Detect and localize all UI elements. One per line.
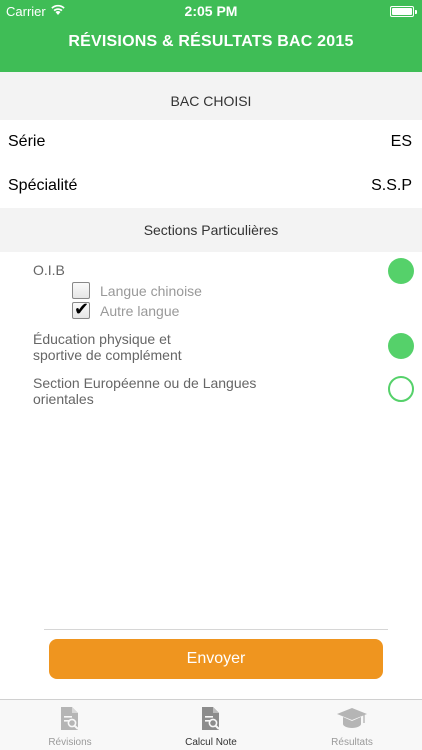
specialite-label: Spécialité (8, 177, 78, 194)
eps-label-line1: Éducation physique et (33, 331, 171, 347)
send-button[interactable]: Envoyer (49, 639, 383, 679)
oib-toggle[interactable] (388, 258, 414, 284)
tab-calcul-note-label: Calcul Note (185, 737, 237, 748)
tab-bar: Révisions Calcul Note Résultats (0, 699, 422, 750)
special-sections-header: Sections Particulières (0, 208, 422, 252)
eps-label-line2: sportive de complément (33, 347, 182, 363)
eps-toggle[interactable] (388, 333, 414, 359)
status-bar: Carrier 2:05 PM (0, 0, 422, 22)
chinese-language-label: Langue chinoise (100, 283, 202, 299)
page-title: RÉVISIONS & RÉSULTATS BAC 2015 (68, 33, 354, 50)
other-language-label: Autre langue (100, 303, 180, 319)
oib-label: O.I.B (33, 262, 65, 278)
serie-value: ES (390, 133, 412, 150)
tab-revisions[interactable]: Révisions (0, 700, 140, 750)
app-header: Carrier 2:05 PM RÉVISIONS & RÉSULTATS BA… (0, 0, 422, 72)
battery-icon (390, 6, 417, 17)
tab-resultats-label: Résultats (331, 737, 373, 748)
specialite-row[interactable]: Spécialité S.S.P (0, 164, 422, 208)
euro-section-label-line2: orientales (33, 391, 94, 407)
serie-label: Série (8, 133, 46, 150)
status-time: 2:05 PM (184, 3, 238, 19)
document-search-icon (202, 707, 220, 730)
euro-section-toggle[interactable] (388, 376, 414, 402)
tab-calcul-note[interactable]: Calcul Note (141, 700, 281, 750)
button-divider (44, 629, 388, 630)
serie-row[interactable]: Série ES (0, 120, 422, 164)
bac-section-header: BAC CHOISI (0, 72, 422, 120)
graduation-cap-icon (337, 708, 367, 728)
chinese-language-checkbox[interactable] (72, 282, 90, 299)
tab-revisions-label: Révisions (48, 737, 92, 748)
document-search-icon (61, 707, 79, 730)
tab-resultats[interactable]: Résultats (282, 700, 422, 750)
euro-section-label-line1: Section Européenne ou de Langues (33, 375, 257, 391)
specialite-value: S.S.P (371, 177, 412, 194)
other-language-checkbox[interactable]: ✔ (72, 299, 90, 319)
checkmark-icon: ✔ (74, 299, 90, 319)
